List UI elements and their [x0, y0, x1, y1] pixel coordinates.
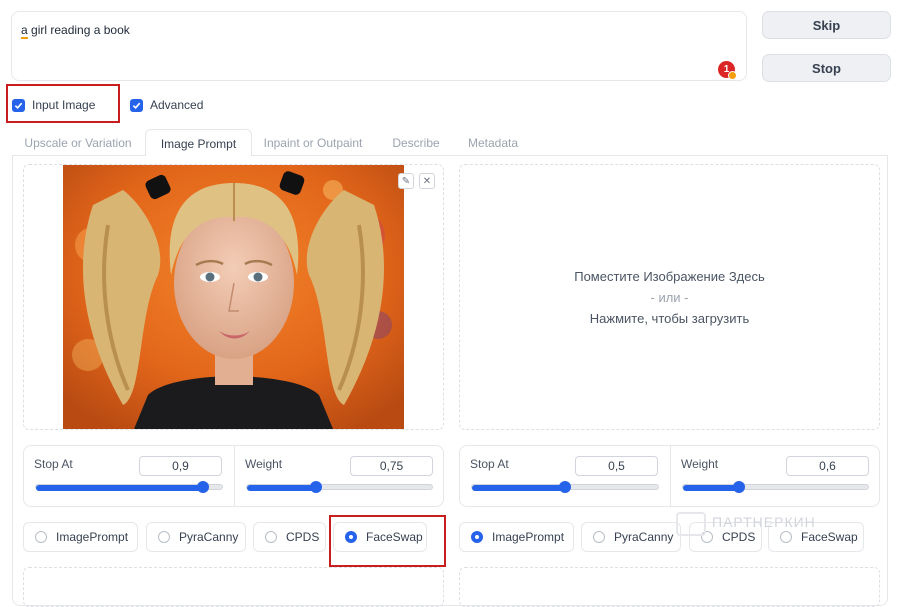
watermark-logo-icon	[676, 512, 706, 536]
radio-imageprompt-right[interactable]: ImagePrompt	[459, 522, 574, 552]
radio-label: CPDS	[722, 530, 756, 544]
weight-label: Weight	[245, 457, 283, 471]
tab-inpaint-or-outpaint[interactable]: Inpaint or Outpaint	[253, 129, 373, 156]
prompt-textarea[interactable]: a girl reading a book 1	[11, 11, 747, 81]
prompt-text: a girl reading a book	[21, 23, 130, 39]
check-icon	[130, 98, 143, 112]
stop-at-value[interactable]: 0,5	[575, 456, 658, 476]
radio-dot	[471, 531, 483, 543]
advanced-label: Advanced	[150, 98, 204, 112]
divider	[234, 446, 235, 506]
drop-text-or: - или -	[650, 289, 689, 305]
image-upload-right[interactable]: Поместите Изображение Здесь - или - Нажм…	[459, 164, 880, 430]
radio-label: PyraCanny	[614, 530, 674, 544]
stop-at-slider[interactable]	[35, 481, 223, 493]
check-icon	[12, 98, 25, 112]
sliders-panel-left: Stop At 0,9 Weight 0,75	[23, 445, 444, 507]
radio-dot	[780, 531, 792, 543]
weight-value[interactable]: 0,75	[350, 456, 433, 476]
tab-bar: Upscale or Variation Image Prompt Inpain…	[12, 129, 888, 159]
slider-fill	[683, 485, 739, 491]
input-image-checkbox[interactable]: Input Image	[12, 98, 95, 112]
slider-thumb[interactable]	[197, 481, 210, 493]
radio-cpds-left[interactable]: CPDS	[253, 522, 326, 552]
radio-dot	[265, 531, 277, 543]
stop-at-label: Stop At	[470, 457, 509, 471]
slider-fill	[36, 485, 204, 491]
radio-imageprompt-left[interactable]: ImagePrompt	[23, 522, 138, 552]
weight-slider[interactable]	[246, 481, 433, 493]
watermark-text: ПАРТНЕРКИН	[712, 514, 816, 530]
slider-thumb[interactable]	[732, 481, 745, 493]
stop-at-value[interactable]: 0,9	[139, 456, 222, 476]
radio-dot	[35, 531, 47, 543]
radio-pyracanny-left[interactable]: PyraCanny	[146, 522, 246, 552]
lower-upload-right[interactable]	[459, 567, 880, 607]
sliders-panel-right: Stop At 0,5 Weight 0,6	[459, 445, 880, 507]
tab-upscale-or-variation[interactable]: Upscale or Variation	[14, 129, 142, 156]
drop-text-line3: Нажмите, чтобы загрузить	[589, 310, 750, 326]
advanced-checkbox[interactable]: Advanced	[130, 98, 203, 112]
radio-pyracanny-right[interactable]: PyraCanny	[581, 522, 681, 552]
radio-label: FaceSwap	[801, 530, 858, 544]
slider-fill	[247, 485, 317, 491]
lower-upload-left[interactable]	[23, 567, 444, 607]
badge-dot	[728, 71, 737, 80]
radio-dot	[593, 531, 605, 543]
stop-at-label: Stop At	[34, 457, 73, 471]
edit-icon[interactable]: ✎	[398, 173, 414, 189]
tab-metadata[interactable]: Metadata	[459, 129, 527, 156]
weight-label: Weight	[681, 457, 719, 471]
radio-label: CPDS	[286, 530, 320, 544]
slider-fill	[472, 485, 565, 491]
tab-describe[interactable]: Describe	[382, 129, 450, 156]
skip-button[interactable]: Skip	[762, 11, 891, 39]
radio-label: PyraCanny	[179, 530, 239, 544]
weight-slider[interactable]	[682, 481, 869, 493]
tab-image-prompt[interactable]: Image Prompt	[145, 129, 252, 159]
radio-dot	[158, 531, 170, 543]
stop-button[interactable]: Stop	[762, 54, 891, 82]
divider	[670, 446, 671, 506]
uploaded-photo	[63, 165, 404, 429]
stop-at-slider[interactable]	[471, 481, 659, 493]
radio-label: ImagePrompt	[56, 530, 129, 544]
drop-text-line1: Поместите Изображение Здесь	[574, 268, 765, 284]
close-icon[interactable]: ✕	[419, 173, 435, 189]
weight-value[interactable]: 0,6	[786, 456, 869, 476]
highlight-faceswap	[329, 515, 446, 567]
slider-thumb[interactable]	[310, 481, 323, 493]
slider-thumb[interactable]	[559, 481, 571, 493]
input-image-label: Input Image	[32, 98, 96, 112]
radio-label: ImagePrompt	[492, 530, 565, 544]
